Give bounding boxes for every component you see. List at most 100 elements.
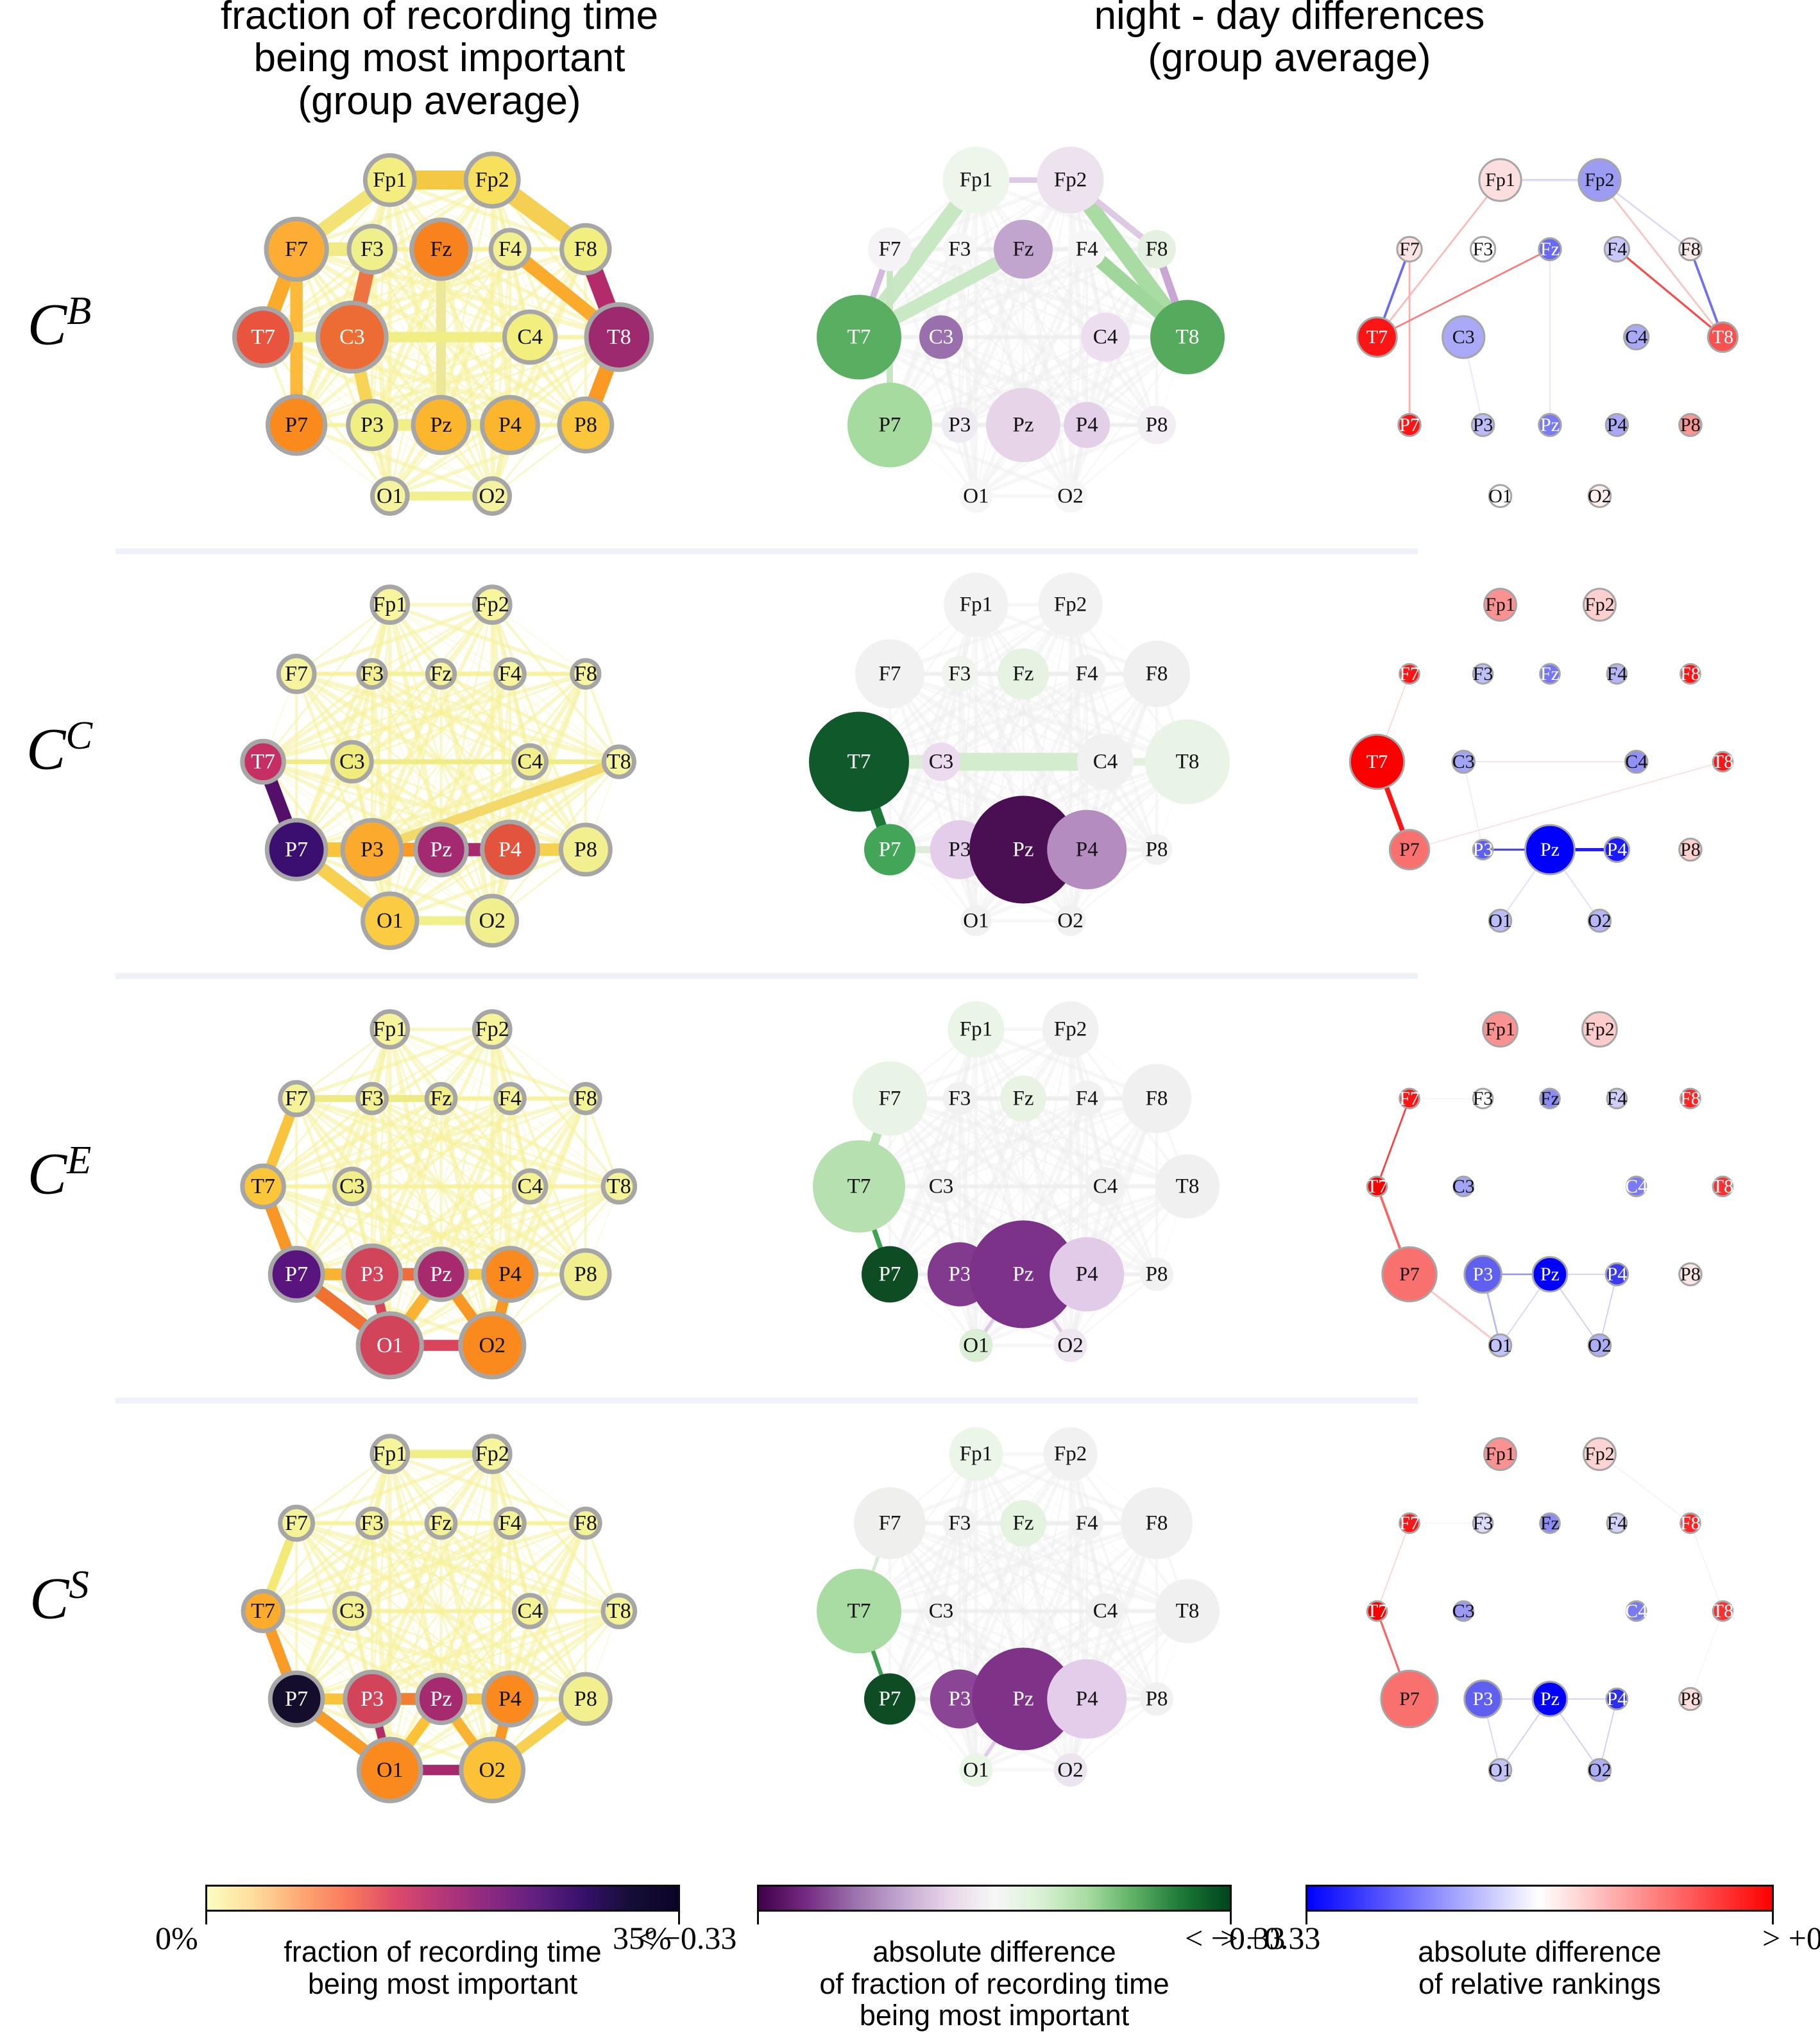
electrode-node-pz[interactable]: Pz xyxy=(986,387,1060,463)
electrode-node-p7[interactable]: P7 xyxy=(862,1246,918,1303)
electrode-node-p4[interactable]: P4 xyxy=(1604,1262,1629,1287)
electrode-node-fp1[interactable]: Fp1 xyxy=(948,1001,1005,1058)
electrode-node-f7[interactable]: F7 xyxy=(1399,1087,1420,1110)
electrode-node-o1[interactable]: O1 xyxy=(355,1311,424,1380)
electrode-node-p7[interactable]: P7 xyxy=(268,1246,325,1303)
electrode-node-f8[interactable]: F8 xyxy=(1680,663,1701,685)
electrode-node-p7[interactable]: P7 xyxy=(864,824,915,876)
electrode-node-t7[interactable]: T7 xyxy=(1366,1600,1388,1622)
electrode-node-p8[interactable]: P8 xyxy=(1140,1682,1173,1716)
electrode-node-f7[interactable]: F7 xyxy=(853,1061,927,1136)
electrode-node-f7[interactable]: F7 xyxy=(1399,1512,1420,1534)
electrode-node-o1[interactable]: O1 xyxy=(370,476,410,516)
electrode-node-f3[interactable]: F3 xyxy=(355,1082,389,1116)
electrode-node-t7[interactable]: T7 xyxy=(817,1568,901,1654)
electrode-node-o2[interactable]: O2 xyxy=(1587,484,1612,509)
electrode-node-f4[interactable]: F4 xyxy=(1069,1080,1105,1117)
electrode-node-f8[interactable]: F8 xyxy=(1137,230,1176,269)
electrode-node-f3[interactable]: F3 xyxy=(355,1506,389,1540)
electrode-node-o1[interactable]: O1 xyxy=(960,905,992,937)
electrode-node-t7[interactable]: T7 xyxy=(241,1589,285,1633)
electrode-node-fz[interactable]: Fz xyxy=(425,658,457,690)
electrode-node-f4[interactable]: F4 xyxy=(1606,663,1628,685)
electrode-node-f8[interactable]: F8 xyxy=(1680,1512,1701,1534)
electrode-node-p7[interactable]: P7 xyxy=(1397,412,1422,437)
electrode-node-fp2[interactable]: Fp2 xyxy=(1043,1427,1098,1481)
electrode-node-o2[interactable]: O2 xyxy=(1053,1753,1087,1787)
electrode-node-pz[interactable]: Pz xyxy=(1531,1681,1569,1717)
electrode-node-fz[interactable]: Fz xyxy=(994,219,1053,279)
electrode-node-t7[interactable]: T7 xyxy=(1366,1175,1388,1198)
electrode-node-p8[interactable]: P8 xyxy=(1140,1257,1173,1291)
electrode-node-f3[interactable]: F3 xyxy=(1469,235,1497,263)
electrode-node-o2[interactable]: O2 xyxy=(1587,1333,1612,1358)
electrode-node-pz[interactable]: Pz xyxy=(414,1672,468,1726)
electrode-node-p3[interactable]: P3 xyxy=(1463,1255,1502,1294)
electrode-node-c4[interactable]: C4 xyxy=(511,1593,549,1629)
electrode-node-f8[interactable]: F8 xyxy=(570,658,602,690)
electrode-node-c4[interactable]: C4 xyxy=(511,743,549,781)
electrode-node-fz[interactable]: Fz xyxy=(1539,663,1561,685)
electrode-node-t8[interactable]: T8 xyxy=(601,744,636,779)
electrode-node-f8[interactable]: F8 xyxy=(1678,237,1703,262)
electrode-node-p3[interactable]: P3 xyxy=(346,398,398,452)
electrode-node-c3[interactable]: C3 xyxy=(922,742,960,781)
electrode-node-fp2[interactable]: Fp2 xyxy=(463,151,521,209)
electrode-node-pz[interactable]: Pz xyxy=(413,822,469,878)
electrode-node-c4[interactable]: C4 xyxy=(511,1168,549,1205)
electrode-node-t7[interactable]: T7 xyxy=(232,306,294,368)
electrode-node-fp1[interactable]: Fp1 xyxy=(949,1427,1003,1481)
electrode-node-p7[interactable]: P7 xyxy=(264,818,328,881)
electrode-node-p3[interactable]: P3 xyxy=(340,818,404,881)
electrode-node-p8[interactable]: P8 xyxy=(559,1248,612,1301)
electrode-node-p4[interactable]: P4 xyxy=(481,1246,539,1303)
electrode-node-fp2[interactable]: Fp2 xyxy=(472,1009,513,1050)
electrode-node-o2[interactable]: O2 xyxy=(1053,479,1087,513)
electrode-node-p4[interactable]: P4 xyxy=(1604,412,1629,437)
electrode-node-f7[interactable]: F7 xyxy=(278,1504,316,1542)
electrode-node-o2[interactable]: O2 xyxy=(1587,908,1612,933)
electrode-node-t8[interactable]: T8 xyxy=(1155,1154,1220,1219)
electrode-node-p7[interactable]: P7 xyxy=(268,1670,325,1728)
electrode-node-fp1[interactable]: Fp1 xyxy=(362,153,417,207)
electrode-node-f3[interactable]: F3 xyxy=(346,224,398,275)
electrode-node-p4[interactable]: P4 xyxy=(1050,1237,1125,1312)
electrode-node-c3[interactable]: C3 xyxy=(1452,1600,1475,1622)
electrode-node-fz[interactable]: Fz xyxy=(409,217,473,281)
electrode-node-p8[interactable]: P8 xyxy=(1141,834,1172,865)
electrode-node-pz[interactable]: Pz xyxy=(411,395,472,455)
electrode-node-c4[interactable]: C4 xyxy=(1086,1167,1125,1206)
electrode-node-fz[interactable]: Fz xyxy=(424,1082,458,1116)
electrode-node-o1[interactable]: O1 xyxy=(959,1329,993,1363)
electrode-node-c4[interactable]: C4 xyxy=(1624,749,1649,774)
electrode-node-p8[interactable]: P8 xyxy=(558,822,613,877)
electrode-node-p3[interactable]: P3 xyxy=(341,1243,404,1305)
electrode-node-c4[interactable]: C4 xyxy=(502,309,558,365)
electrode-node-f4[interactable]: F4 xyxy=(488,228,532,271)
electrode-node-fp1[interactable]: Fp1 xyxy=(1483,588,1517,622)
electrode-node-fp1[interactable]: Fp1 xyxy=(942,146,1010,214)
electrode-node-f7[interactable]: F7 xyxy=(276,654,317,694)
electrode-node-p8[interactable]: P8 xyxy=(558,1672,613,1726)
electrode-node-p3[interactable]: P3 xyxy=(1470,412,1495,437)
electrode-node-c3[interactable]: C3 xyxy=(924,1594,958,1628)
electrode-node-c3[interactable]: C3 xyxy=(1451,749,1476,774)
electrode-node-p3[interactable]: P3 xyxy=(1472,838,1494,861)
electrode-node-fz[interactable]: Fz xyxy=(1538,237,1562,262)
electrode-node-pz[interactable]: Pz xyxy=(1531,1256,1569,1293)
electrode-node-f3[interactable]: F3 xyxy=(941,656,978,692)
electrode-node-fz[interactable]: Fz xyxy=(1000,1500,1046,1547)
electrode-node-fz[interactable]: Fz xyxy=(1539,1512,1561,1534)
electrode-node-f4[interactable]: F4 xyxy=(1606,1087,1628,1110)
electrode-node-p3[interactable]: P3 xyxy=(1463,1679,1502,1719)
electrode-node-f4[interactable]: F4 xyxy=(1067,654,1107,693)
electrode-node-p8[interactable]: P8 xyxy=(1678,412,1703,437)
electrode-node-p8[interactable]: P8 xyxy=(557,396,615,454)
electrode-node-o1[interactable]: O1 xyxy=(959,479,993,513)
electrode-node-f4[interactable]: F4 xyxy=(1070,1506,1104,1540)
electrode-node-f3[interactable]: F3 xyxy=(1472,1512,1494,1534)
electrode-node-f8[interactable]: F8 xyxy=(1121,1487,1193,1559)
electrode-node-p4[interactable]: P4 xyxy=(1605,1687,1629,1711)
electrode-node-fp2[interactable]: Fp2 xyxy=(1038,572,1103,637)
electrode-node-f7[interactable]: F7 xyxy=(264,216,329,282)
